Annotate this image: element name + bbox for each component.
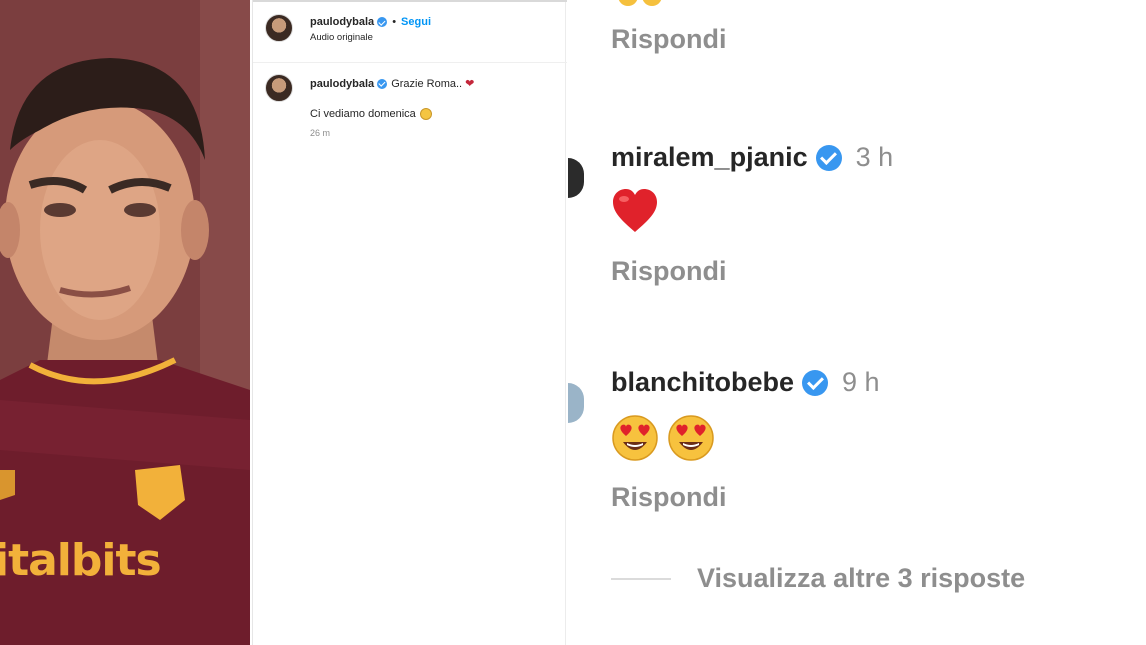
comment-username[interactable]: miralem_pjanic: [611, 142, 808, 173]
view-more-replies[interactable]: Visualizza altre 3 risposte: [611, 563, 1025, 594]
author-avatar[interactable]: [265, 14, 293, 42]
player-photo: italbits: [0, 0, 250, 645]
author-username[interactable]: paulodybala: [310, 16, 374, 28]
separator-dot: •: [392, 16, 397, 28]
post-timestamp: 26 m: [310, 128, 331, 138]
comment-time: 3 h: [855, 142, 894, 172]
verified-badge-icon: [377, 78, 388, 89]
commenter-avatar[interactable]: [568, 158, 584, 198]
comment-header: blanchitobebe 9 h: [611, 367, 880, 398]
follow-button[interactable]: Segui: [401, 16, 431, 28]
comment-body: [611, 414, 715, 462]
verified-badge-icon: [377, 17, 388, 27]
red-heart-emoji-icon: [613, 189, 657, 232]
verified-badge-icon: [815, 144, 842, 171]
caption-line-2: Ci vediamo domenica: [310, 108, 416, 120]
reply-button[interactable]: Rispondi: [611, 24, 727, 55]
comment-header: miralem_pjanic 3 h: [611, 142, 893, 173]
comment-body: [611, 188, 659, 234]
commenter-avatar[interactable]: [568, 383, 584, 423]
post-header: paulodybala • Segui Audio originale: [265, 14, 431, 43]
verified-badge-icon: [802, 369, 829, 396]
heart-emoji-icon: ❤: [465, 78, 475, 90]
comment-username[interactable]: blanchitobebe: [611, 367, 794, 398]
smile-emoji-icon: [419, 108, 432, 120]
jersey-sponsor-text: italbits: [0, 535, 162, 586]
audio-label[interactable]: Audio originale: [310, 32, 431, 43]
comment-replies-panel: Rispondi miralem_pjanic 3 h Rispondi bla…: [568, 0, 1146, 645]
reply-button[interactable]: Rispondi: [611, 482, 727, 513]
caption-username[interactable]: paulodybala: [310, 78, 374, 90]
caption-text: Grazie Roma..: [391, 77, 463, 90]
instagram-post-panel: paulodybala • Segui Audio originale paul…: [252, 0, 567, 645]
comment-time: 9 h: [842, 367, 880, 397]
view-more-replies-label[interactable]: Visualizza altre 3 risposte: [697, 563, 1025, 594]
post-caption: paulodybala Grazie Roma.. ❤ Ci vediamo d…: [265, 74, 474, 138]
heart-eyes-emoji-icon: [668, 415, 714, 461]
reply-button[interactable]: Rispondi: [611, 256, 727, 287]
panel-top-border: [253, 0, 567, 2]
view-more-line: [611, 577, 671, 580]
heart-eyes-emoji-icon: [612, 415, 658, 461]
clipped-emoji-icon: [618, 0, 664, 6]
caption-avatar[interactable]: [265, 74, 293, 102]
header-divider: [253, 62, 567, 63]
